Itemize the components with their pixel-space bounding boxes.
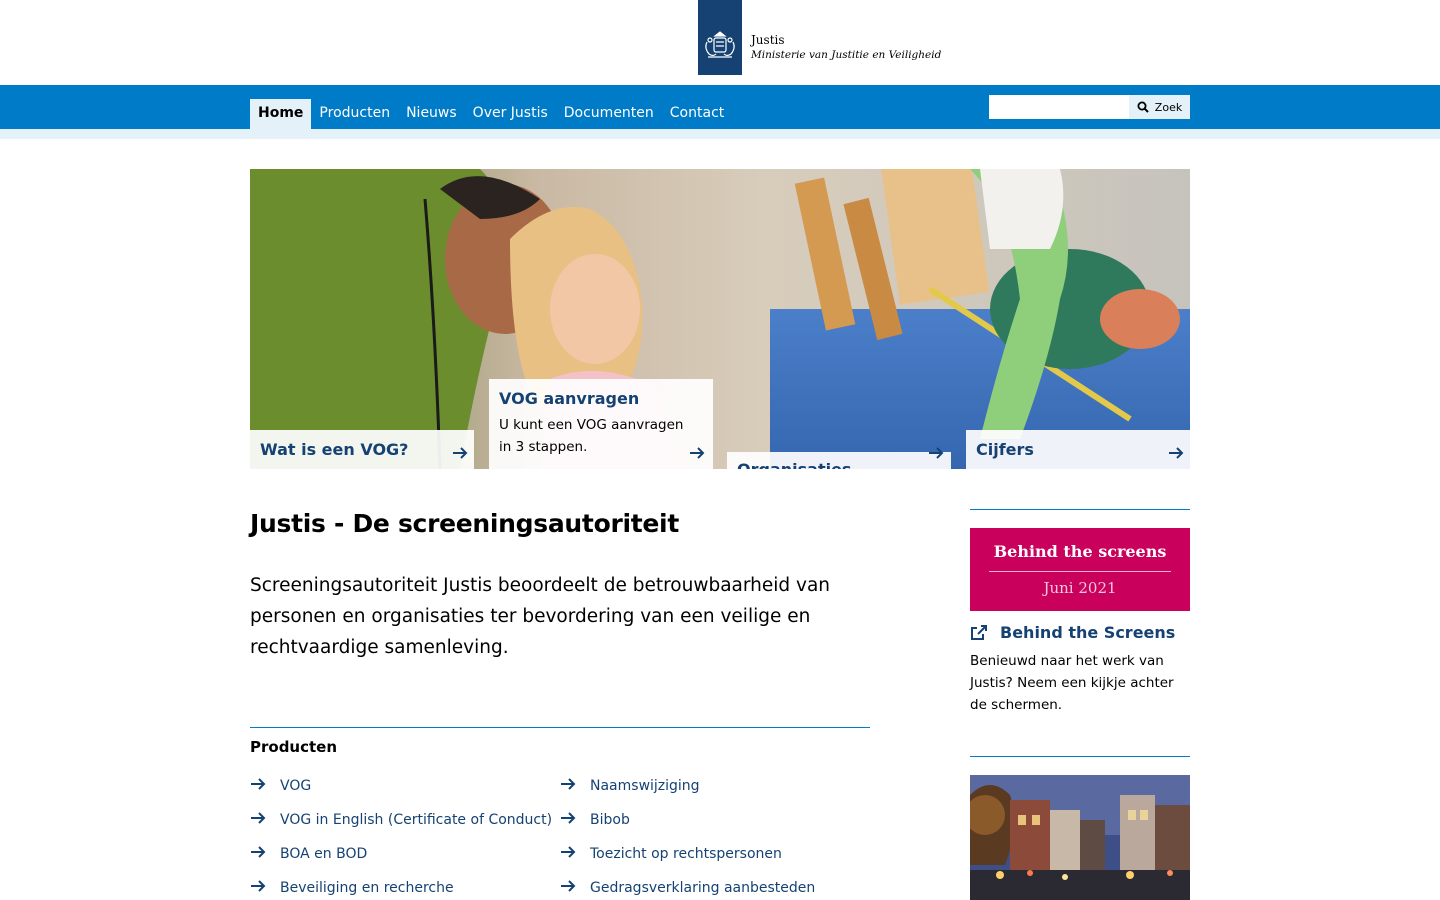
hero-banner: Wat is een VOG? VOG aanvragen U kunt een… [250, 169, 1190, 469]
sidebar-photo[interactable] [970, 775, 1190, 900]
nav-item-documenten[interactable]: Documenten [556, 99, 662, 129]
org-name: Justis [751, 33, 785, 47]
arrow-right-icon [453, 447, 468, 459]
coat-of-arms-icon [705, 31, 735, 58]
hero-tile-cijfers[interactable]: Cijfers [966, 430, 1190, 469]
hero-tile-vog-aanvragen[interactable]: VOG aanvragen U kunt een VOG aanvragen i… [489, 379, 713, 469]
product-link-naamswijziging[interactable]: Naamswijziging [560, 776, 700, 796]
arrow-right-icon [251, 812, 266, 824]
search-button[interactable]: Zoek [1129, 95, 1190, 119]
hero-tile-wat-is-een-vog[interactable]: Wat is een VOG? [250, 430, 474, 469]
arrow-right-icon [251, 778, 266, 790]
tile-text-line1: U kunt een VOG aanvragen [499, 417, 684, 433]
product-link-label: BOA en BOD [280, 846, 368, 862]
city-street-photo [970, 775, 1190, 900]
tile-title: VOG aanvragen [499, 389, 640, 408]
section-divider [250, 727, 870, 728]
hero-tile-organisaties[interactable]: Organisaties [727, 452, 951, 469]
product-link-label: Gedragsverklaring aanbesteden [590, 880, 816, 896]
intro-text: Screeningsautoriteit Justis beoordeelt d… [250, 575, 831, 658]
arrow-right-icon [929, 447, 944, 459]
nav-menu: Home Producten Nieuws Over Justis Docume… [250, 99, 732, 129]
product-link-boa-en-bod[interactable]: BOA en BOD [250, 844, 367, 864]
product-link-gedragsverklaring[interactable]: Gedragsverklaring aanbesteden [560, 878, 815, 898]
nav-item-contact[interactable]: Contact [662, 99, 732, 129]
tile-title: Organisaties [737, 460, 851, 469]
external-link-icon [971, 624, 987, 640]
arrow-right-icon [561, 880, 576, 892]
arrow-right-icon [251, 880, 266, 892]
product-link-label: Naamswijziging [590, 778, 700, 794]
behind-the-screens-link[interactable]: Behind the Screens [970, 623, 1175, 642]
tile-title: Wat is een VOG? [260, 440, 409, 459]
page-title: Justis - De screeningsautoriteit [250, 509, 679, 538]
site-header: Justis Ministerie van Justitie en Veilig… [0, 0, 1440, 85]
product-link-vog-english[interactable]: VOG in English (Certificate of Conduct) [250, 810, 552, 830]
logo-text: Justis Ministerie van Justitie en Veilig… [751, 32, 941, 62]
banner-subtitle: Juni 2021 [1043, 579, 1117, 597]
search-button-label: Zoek [1154, 100, 1183, 114]
arrow-right-icon [561, 812, 576, 824]
nav-strip [0, 129, 1440, 139]
nav-item-home[interactable]: Home [250, 99, 312, 129]
arrow-right-icon [561, 778, 576, 790]
arrow-right-icon [561, 846, 576, 858]
arrow-right-icon [690, 447, 705, 459]
products-heading: Producten [250, 738, 338, 756]
search-form: Zoek [989, 95, 1190, 119]
sidebar-divider [970, 756, 1190, 757]
arrow-right-icon [251, 846, 266, 858]
product-link-bibob[interactable]: Bibob [560, 810, 630, 830]
product-link-label: Bibob [590, 812, 630, 828]
product-link-toezicht[interactable]: Toezicht op rechtspersonen [560, 844, 782, 864]
product-link-label: VOG [280, 778, 312, 794]
product-link-label: Toezicht op rechtspersonen [590, 846, 782, 862]
product-link-label: VOG in English (Certificate of Conduct) [280, 812, 553, 828]
nav-item-nieuws[interactable]: Nieuws [398, 99, 465, 129]
sidebar-link-text: Benieuwd naar het werk van Justis? Neem … [970, 653, 1174, 713]
nav-item-over-justis[interactable]: Over Justis [465, 99, 556, 129]
ministry-name: Ministerie van Justitie en Veiligheid [751, 49, 942, 61]
banner-title: Behind the screens [993, 542, 1167, 561]
sidebar-divider [970, 509, 1190, 510]
product-link-vog[interactable]: VOG [250, 776, 311, 796]
nav-item-producten[interactable]: Producten [311, 99, 398, 129]
behind-the-screens-banner[interactable]: Behind the screens Juni 2021 [970, 528, 1190, 611]
sidebar-link-title: Behind the Screens [1000, 623, 1176, 642]
hero-photo [250, 169, 1190, 469]
banner-divider [989, 571, 1171, 572]
main-navigation: Home Producten Nieuws Over Justis Docume… [0, 85, 1440, 129]
product-link-label: Beveiliging en recherche [280, 880, 454, 896]
arrow-right-icon [1169, 447, 1184, 459]
product-link-beveiliging[interactable]: Beveiliging en recherche [250, 878, 454, 898]
tile-text-line2: in 3 stappen. [499, 439, 588, 455]
tile-title: Cijfers [976, 440, 1034, 459]
search-icon [1137, 101, 1149, 113]
rijksoverheid-logo[interactable] [698, 0, 742, 75]
search-input[interactable] [989, 95, 1129, 119]
